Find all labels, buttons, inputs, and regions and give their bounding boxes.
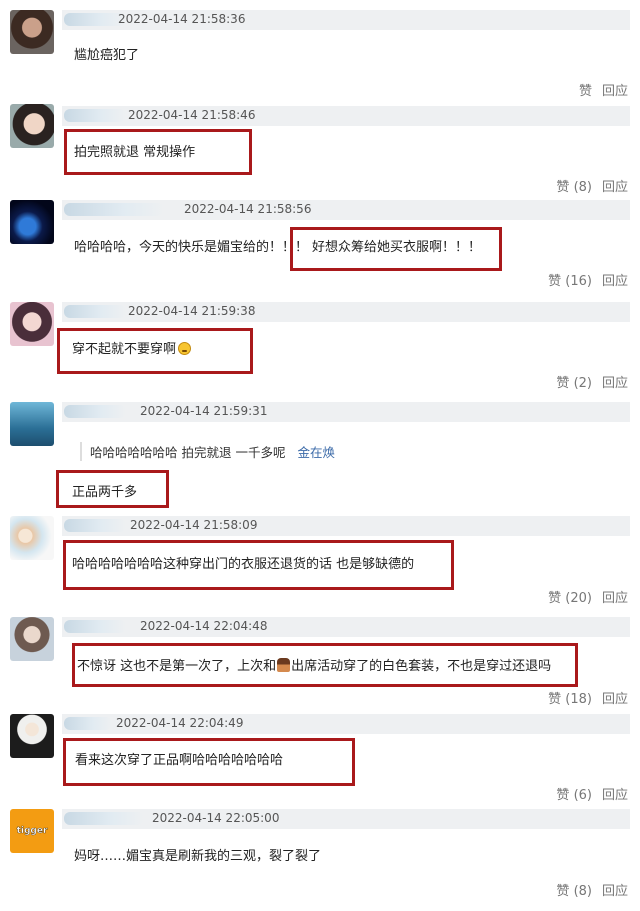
highlight-box [56, 470, 169, 508]
comment-text: 尴尬癌犯了 [74, 48, 140, 63]
comment-actions: 赞 (16) 回应 [538, 270, 628, 289]
like-label: 赞 [556, 376, 570, 391]
comment-time: 2022-04-14 22:04:48 [140, 619, 268, 633]
username-blurred[interactable] [64, 812, 144, 825]
quoted-reply: 哈哈哈哈哈哈哈 拍完就退 一千多呢 金在焕 [80, 442, 335, 461]
comment-meta-bar: 2022-04-14 21:58:09 [62, 516, 630, 536]
like-button[interactable]: 赞 (8) [556, 884, 592, 899]
comment-meta-bar: 2022-04-14 21:58:56 [62, 200, 630, 220]
reply-button[interactable]: 回应 [602, 591, 628, 606]
reply-button[interactable]: 回应 [602, 84, 628, 99]
avatar[interactable] [10, 10, 54, 54]
reply-button[interactable]: 回应 [602, 788, 628, 803]
highlight-box [57, 328, 253, 374]
reply-button[interactable]: 回应 [602, 180, 628, 195]
comment-time: 2022-04-14 21:58:36 [118, 12, 246, 26]
like-label: 赞 [548, 274, 562, 289]
comment-actions: 赞 (6) 回应 [546, 784, 628, 803]
reply-button[interactable]: 回应 [602, 274, 628, 289]
like-button[interactable]: 赞 (6) [556, 788, 592, 803]
comment-meta-bar: 2022-04-14 21:58:36 [62, 10, 630, 30]
comment-actions: 赞 (20) 回应 [538, 587, 628, 606]
comment-time: 2022-04-14 22:04:49 [116, 716, 244, 730]
like-button[interactable]: 赞 (16) [548, 274, 592, 289]
like-label: 赞 [556, 180, 570, 195]
highlight-box [290, 227, 502, 271]
username-blurred[interactable] [64, 203, 164, 216]
like-count: (18) [565, 692, 592, 707]
comment-time: 2022-04-14 21:58:56 [184, 202, 312, 216]
comment-meta-bar: 2022-04-14 21:59:38 [62, 302, 630, 322]
comment-meta-bar: 2022-04-14 21:59:31 [62, 402, 630, 422]
comment-meta-bar: 2022-04-14 22:04:48 [62, 617, 630, 637]
comment-actions: 赞 (18) 回应 [538, 688, 628, 707]
comment-meta-bar: 2022-04-14 22:05:00 [62, 809, 630, 829]
like-button[interactable]: 赞 (2) [556, 376, 592, 391]
like-count: (8) [573, 884, 592, 899]
username-blurred[interactable] [64, 305, 126, 318]
like-count: (2) [573, 376, 592, 391]
avatar[interactable] [10, 516, 54, 560]
like-label: 赞 [578, 84, 592, 99]
comment-actions: 赞 (2) 回应 [546, 372, 628, 391]
like-button[interactable]: 赞 (18) [548, 692, 592, 707]
avatar[interactable] [10, 402, 54, 446]
username-blurred[interactable] [64, 620, 126, 633]
comment-meta-bar: 2022-04-14 21:58:46 [62, 106, 630, 126]
username-blurred[interactable] [64, 405, 126, 418]
avatar[interactable] [10, 200, 54, 244]
highlight-box [63, 540, 454, 590]
username-blurred[interactable] [64, 717, 112, 730]
comment-actions: 赞 (8) 回应 [546, 176, 628, 195]
like-button[interactable]: 赞 (20) [548, 591, 592, 606]
comment-meta-bar: 2022-04-14 22:04:49 [62, 714, 630, 734]
quoted-user-link[interactable]: 金在焕 [297, 445, 335, 460]
comment-time: 2022-04-14 21:59:31 [140, 404, 268, 418]
like-count: (16) [565, 274, 592, 289]
avatar[interactable] [10, 302, 54, 346]
comment-time: 2022-04-14 22:05:00 [152, 811, 280, 825]
like-count: (6) [573, 788, 592, 803]
avatar[interactable] [10, 104, 54, 148]
like-button[interactable]: 赞 (8) [556, 180, 592, 195]
quoted-text: 哈哈哈哈哈哈哈 拍完就退 一千多呢 [90, 445, 286, 460]
reply-button[interactable]: 回应 [602, 692, 628, 707]
comment-time: 2022-04-14 21:58:09 [130, 518, 258, 532]
comment-actions: 赞回应 [569, 80, 628, 99]
like-count: (20) [565, 591, 592, 606]
comment-text-part: 哈哈哈哈，今天的快乐是媚宝给的！！！ [74, 240, 309, 255]
like-label: 赞 [556, 884, 570, 899]
reply-button[interactable]: 回应 [602, 376, 628, 391]
highlight-box [64, 129, 252, 175]
avatar[interactable] [10, 714, 54, 758]
avatar-logo-text: tigger [16, 826, 48, 836]
username-blurred[interactable] [64, 109, 126, 122]
comment-actions: 赞 (8) 回应 [546, 880, 628, 899]
username-blurred[interactable] [64, 13, 126, 26]
comment-time: 2022-04-14 21:59:38 [128, 304, 256, 318]
highlight-box [72, 643, 578, 687]
like-label: 赞 [548, 591, 562, 606]
avatar[interactable]: tigger [10, 809, 54, 853]
highlight-box [63, 738, 355, 786]
comment-time: 2022-04-14 21:58:46 [128, 108, 256, 122]
like-label: 赞 [548, 692, 562, 707]
reply-button[interactable]: 回应 [602, 884, 628, 899]
avatar[interactable] [10, 617, 54, 661]
like-button[interactable]: 赞 [579, 84, 592, 99]
like-label: 赞 [556, 788, 570, 803]
username-blurred[interactable] [64, 519, 126, 532]
like-count: (8) [573, 180, 592, 195]
comment-text: 妈呀……媚宝真是刷新我的三观，裂了裂了 [74, 849, 322, 864]
